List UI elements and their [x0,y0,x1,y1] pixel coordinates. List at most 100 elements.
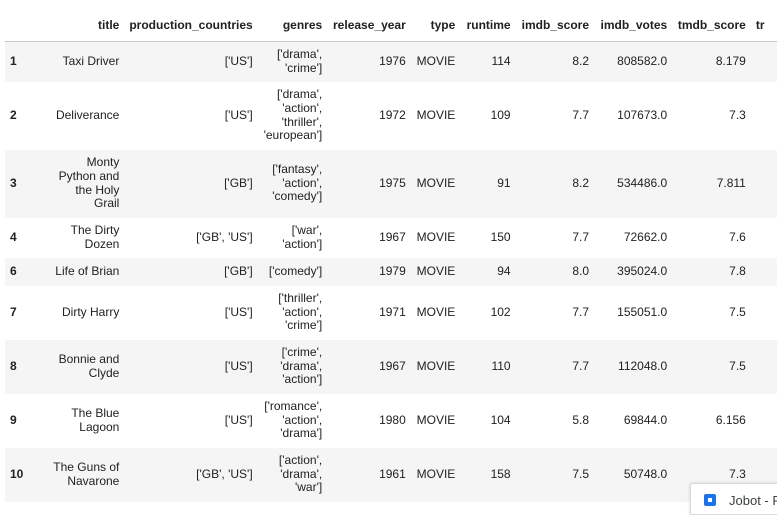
header-runtime: runtime [460,13,516,42]
cell-truncated [751,394,777,448]
header-tmdb-score: tmdb_score [672,13,751,42]
cell-truncated [751,150,777,218]
row-index: 2 [10,107,17,122]
cell-genres-line: 'crime'] [284,60,323,75]
cell-tmdb-score: 8.179 [715,53,746,68]
cell-truncated [751,258,777,286]
header-imdb-votes: imdb_votes [594,13,673,42]
cell-title-line: Monty [86,154,120,169]
cell-type: MOVIE [416,263,456,278]
cell-genres-line: 'war'] [294,480,323,495]
cell-production-countries: ['GB'] [224,175,253,190]
cell-production-countries: ['US'] [224,358,253,373]
cell-tmdb-score: 7.5 [729,304,746,319]
toast-label: Jobot - F [729,493,777,508]
cell-tmdb-score: 7.3 [729,107,746,122]
cell-title-line: Python and [58,168,120,183]
header-release-year: release_year [327,13,411,42]
notification-toast[interactable]: Jobot - F [690,483,777,515]
cell-imdb-score: 8.2 [572,175,590,190]
cell-title: The Dirty Dozen [31,218,124,258]
table-row: 8 Bonnie and Clyde ['US'] ['crime','drama', '… [5,339,777,394]
cell-genres-line: ['drama', [276,86,323,101]
table-body: 1 Taxi Driver ['US'] ['drama','crime'] 1976 M… [5,41,777,502]
cell-tmdb-score: 6.156 [715,412,746,427]
cell-genres-line: ['war', [291,222,323,237]
cell-type: MOVIE [416,107,456,122]
cell-genres-line: ['action', [278,452,323,467]
cell-imdb-score: 7.7 [572,358,590,373]
cell-title-line: Clyde [88,365,120,380]
cell-imdb-score: 7.5 [572,466,590,481]
cell-type: MOVIE [416,358,456,373]
cell-production-countries: ['US'] [224,53,253,68]
cell-genres-line: 'european'] [263,128,323,143]
app-icon [704,494,716,506]
table-row: 9 The Blue Lagoon ['US'] ['romance','action'… [5,393,777,448]
row-index: 9 [10,412,17,427]
cell-runtime: 104 [490,412,511,427]
cell-genres-line: 'action', [282,175,323,190]
cell-imdb-votes: 534486.0 [617,175,668,190]
cell-genres: ['thriller','action','crime'] [258,286,328,340]
cell-runtime: 109 [490,107,511,122]
cell-title-line: The Blue [71,405,120,420]
cell-imdb-votes: 155051.0 [617,304,668,319]
cell-title: The Guns of Navarone [31,448,124,502]
cell-tmdb-score: 7.5 [729,358,746,373]
cell-production-countries: ['GB', 'US'] [196,466,253,481]
cell-genres-line: ['fantasy', [272,161,323,176]
cell-truncated [751,340,777,394]
cell-title: Bonnie and Clyde [31,340,124,394]
cell-genres-line: ['crime', [281,344,323,359]
cell-title-line: The Dirty [70,222,120,237]
cell-imdb-votes: 107673.0 [617,107,668,122]
cell-release-year: 1980 [379,412,406,427]
cell-title: Deliverance [31,82,124,150]
cell-runtime: 150 [490,229,511,244]
row-index: 6 [10,263,17,278]
cell-title: Monty Python and the Holy Grail [31,150,124,218]
cell-title: Taxi Driver [31,42,124,82]
cell-runtime: 114 [491,53,511,68]
cell-truncated [751,218,777,258]
cell-genres-line: 'action', [282,100,323,115]
cell-imdb-votes: 72662.0 [623,229,668,244]
cell-genres: ['war','action'] [258,218,328,258]
cell-runtime: 94 [497,263,511,278]
cell-genres-line: 'action'] [282,372,323,387]
cell-type: MOVIE [416,412,456,427]
cell-truncated [751,286,777,340]
cell-title-line: Deliverance [55,107,120,122]
cell-release-year: 1967 [379,229,406,244]
cell-title-line: Taxi Driver [62,53,120,68]
cell-release-year: 1975 [379,175,406,190]
cell-imdb-votes: 69844.0 [623,412,668,427]
header-row: title production_countries genres releas… [5,13,777,42]
header-genres: genres [257,13,328,42]
cell-production-countries: ['US'] [224,304,253,319]
cell-type: MOVIE [416,304,456,319]
cell-truncated [751,82,777,150]
table-row: 10 The Guns of Navarone ['GB', 'US'] ['actio… [5,447,777,502]
cell-production-countries: ['GB'] [224,263,253,278]
cell-imdb-score: 7.7 [572,304,590,319]
cell-imdb-votes: 808582.0 [617,53,668,68]
cell-genres: ['fantasy','action','comedy'] [258,150,328,218]
cell-imdb-score: 7.7 [572,107,590,122]
cell-type: MOVIE [416,466,456,481]
cell-title: Dirty Harry [31,286,124,340]
cell-genres: ['crime','drama','action'] [258,340,328,394]
header-index [5,13,32,42]
cell-title-line: Dirty Harry [62,304,120,319]
cell-title-line: The Guns of [53,459,120,474]
cell-runtime: 102 [490,304,511,319]
cell-genres-line: 'thriller', [281,114,323,129]
cell-production-countries: ['US'] [224,412,253,427]
cell-genres-line: 'crime'] [284,318,323,333]
cell-release-year: 1979 [379,263,406,278]
cell-title: Life of Brian [31,258,124,286]
cell-type: MOVIE [416,53,456,68]
cell-title-line: Life of Brian [55,263,120,278]
dataframe-table: title production_countries genres releas… [5,13,777,502]
